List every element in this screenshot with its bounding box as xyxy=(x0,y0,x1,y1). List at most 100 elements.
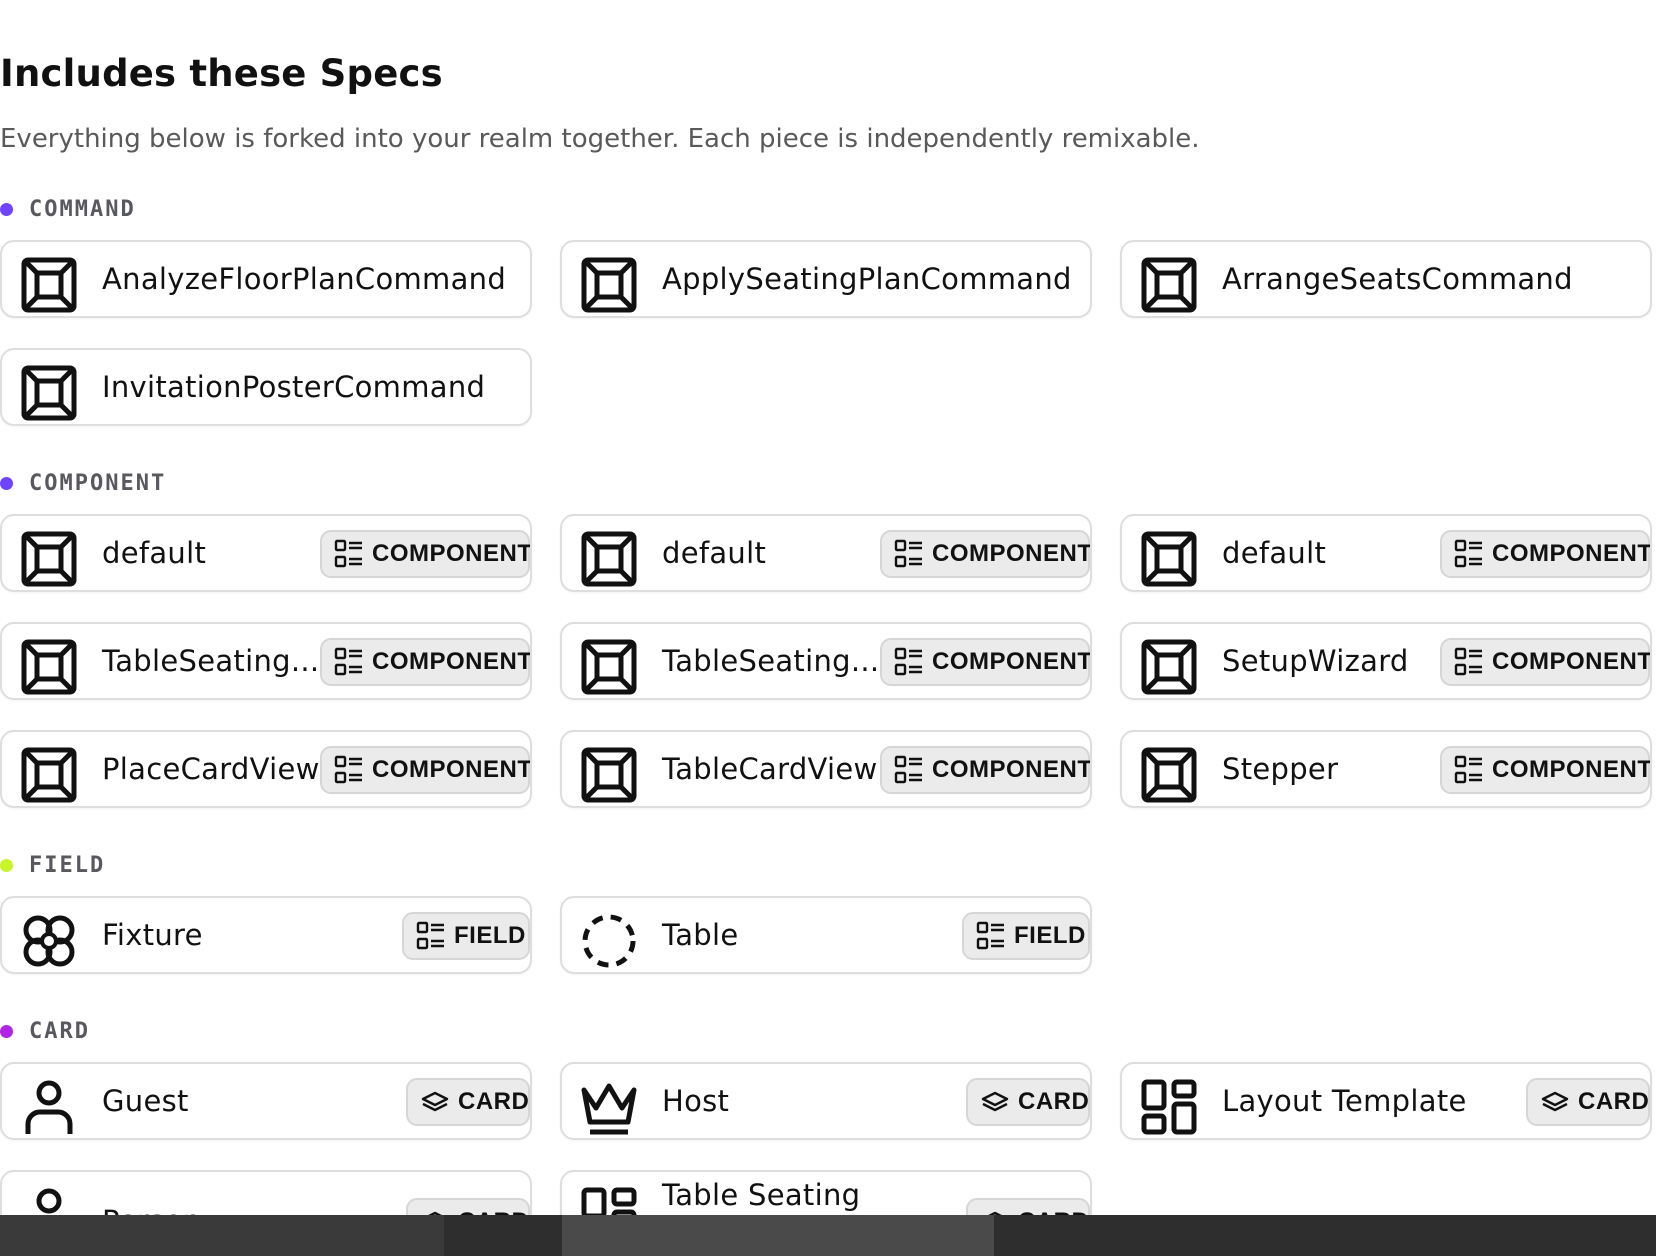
spec-card-command[interactable]: ApplySeatingPlanCommand xyxy=(560,240,1092,318)
spec-card-component[interactable]: default COMPONENT xyxy=(560,514,1092,592)
badge-label: COMPONENT xyxy=(372,540,532,567)
section-dot xyxy=(0,858,13,872)
square-frame-icon xyxy=(20,530,78,588)
spec-name: default xyxy=(102,536,207,570)
spec-card-command[interactable]: ArrangeSeatsCommand xyxy=(1120,240,1652,318)
type-badge: FIELD xyxy=(402,912,530,960)
section-label-card: CARD xyxy=(0,1016,90,1046)
spec-card-card[interactable]: Guest CARD xyxy=(0,1062,532,1140)
list-icon xyxy=(976,921,1004,950)
type-badge: COMPONENT xyxy=(320,746,530,794)
spec-card-field[interactable]: Fixture FIELD xyxy=(0,896,532,974)
spec-name: PlaceCardView xyxy=(102,752,320,786)
badge-label: CARD xyxy=(1018,1088,1090,1115)
crown-icon xyxy=(580,1078,638,1136)
type-badge: CARD xyxy=(966,1078,1090,1126)
badge-label: COMPONENT xyxy=(372,648,532,675)
section-dot xyxy=(0,202,13,216)
list-icon xyxy=(894,539,922,568)
badge-label: FIELD xyxy=(454,922,526,949)
bottom-bar-segment xyxy=(0,1215,444,1256)
badge-label: COMPONENT xyxy=(932,756,1092,783)
flower-icon xyxy=(20,912,78,970)
type-badge: FIELD xyxy=(962,912,1090,960)
type-badge: COMPONENT xyxy=(320,638,530,686)
section-title: COMPONENT xyxy=(29,470,167,496)
spec-name: ApplySeatingPlanCommand xyxy=(662,262,1072,296)
type-badge: CARD xyxy=(1526,1078,1650,1126)
spec-name: default xyxy=(662,536,767,570)
spec-name: TableSeating... xyxy=(662,644,880,678)
badge-label: COMPONENT xyxy=(372,756,532,783)
spec-name: TableSeating... xyxy=(102,644,320,678)
spec-card-component[interactable]: TableSeating... COMPONENT xyxy=(0,622,532,700)
layers-icon xyxy=(1541,1091,1569,1112)
square-frame-icon xyxy=(20,364,78,422)
spec-card-component[interactable]: PlaceCardView COMPONENT xyxy=(0,730,532,808)
list-icon xyxy=(1454,755,1482,784)
dashed-circle-icon xyxy=(580,912,638,970)
layers-icon xyxy=(421,1091,449,1112)
spec-card-component[interactable]: TableCardView COMPONENT xyxy=(560,730,1092,808)
section-dot xyxy=(0,476,13,490)
list-icon xyxy=(1454,539,1482,568)
list-icon xyxy=(894,647,922,676)
list-icon xyxy=(1454,647,1482,676)
spec-name: Table xyxy=(662,918,739,952)
spec-name: SetupWizard xyxy=(1222,644,1409,678)
type-badge: COMPONENT xyxy=(1440,638,1650,686)
spec-name: default xyxy=(1222,536,1327,570)
list-icon xyxy=(416,921,444,950)
type-badge: COMPONENT xyxy=(320,530,530,578)
spec-card-component[interactable]: default COMPONENT xyxy=(1120,514,1652,592)
type-badge: COMPONENT xyxy=(880,638,1090,686)
badge-label: CARD xyxy=(458,1088,530,1115)
square-frame-icon xyxy=(580,530,638,588)
square-frame-icon xyxy=(1140,256,1198,314)
spec-card-card[interactable]: Layout Template CARD xyxy=(1120,1062,1652,1140)
type-badge: COMPONENT xyxy=(1440,746,1650,794)
section-label-component: COMPONENT xyxy=(0,468,166,498)
spec-name: Stepper xyxy=(1222,752,1339,786)
spec-card-component[interactable]: default COMPONENT xyxy=(0,514,532,592)
badge-label: FIELD xyxy=(1014,922,1086,949)
badge-label: COMPONENT xyxy=(932,540,1092,567)
spec-name: TableCardView xyxy=(662,752,878,786)
user-icon xyxy=(20,1078,78,1136)
square-frame-icon xyxy=(1140,638,1198,696)
badge-label: COMPONENT xyxy=(932,648,1092,675)
list-icon xyxy=(334,647,362,676)
spec-name: Host xyxy=(662,1084,730,1118)
square-frame-icon xyxy=(20,638,78,696)
spec-card-field[interactable]: Table FIELD xyxy=(560,896,1092,974)
badge-label: CARD xyxy=(1578,1088,1650,1115)
bottom-bar xyxy=(0,1215,1656,1256)
square-frame-icon xyxy=(580,256,638,314)
type-badge: COMPONENT xyxy=(1440,530,1650,578)
type-badge: COMPONENT xyxy=(880,530,1090,578)
bottom-bar-segment xyxy=(562,1215,994,1256)
layout-grid-icon xyxy=(1140,1078,1198,1136)
spec-name: InvitationPosterCommand xyxy=(102,370,486,404)
type-badge: CARD xyxy=(406,1078,530,1126)
list-icon xyxy=(894,755,922,784)
spec-name: Fixture xyxy=(102,918,203,952)
spec-name: Guest xyxy=(102,1084,189,1118)
spec-card-command[interactable]: InvitationPosterCommand xyxy=(0,348,532,426)
list-icon xyxy=(334,755,362,784)
square-frame-icon xyxy=(20,256,78,314)
badge-label: COMPONENT xyxy=(1492,540,1652,567)
section-title: CARD xyxy=(29,1018,90,1044)
spec-card-component[interactable]: TableSeating... COMPONENT xyxy=(560,622,1092,700)
spec-card-component[interactable]: Stepper COMPONENT xyxy=(1120,730,1652,808)
spec-card-card[interactable]: Host CARD xyxy=(560,1062,1092,1140)
square-frame-icon xyxy=(1140,746,1198,804)
section-dot xyxy=(0,1024,13,1038)
spec-card-component[interactable]: SetupWizard COMPONENT xyxy=(1120,622,1652,700)
spec-name: Layout Template xyxy=(1222,1084,1467,1118)
spec-name: ArrangeSeatsCommand xyxy=(1222,262,1573,296)
square-frame-icon xyxy=(20,746,78,804)
spec-card-command[interactable]: AnalyzeFloorPlanCommand xyxy=(0,240,532,318)
page-title: Includes these Specs xyxy=(0,52,443,95)
page-subtitle: Everything below is forked into your rea… xyxy=(0,124,1200,154)
